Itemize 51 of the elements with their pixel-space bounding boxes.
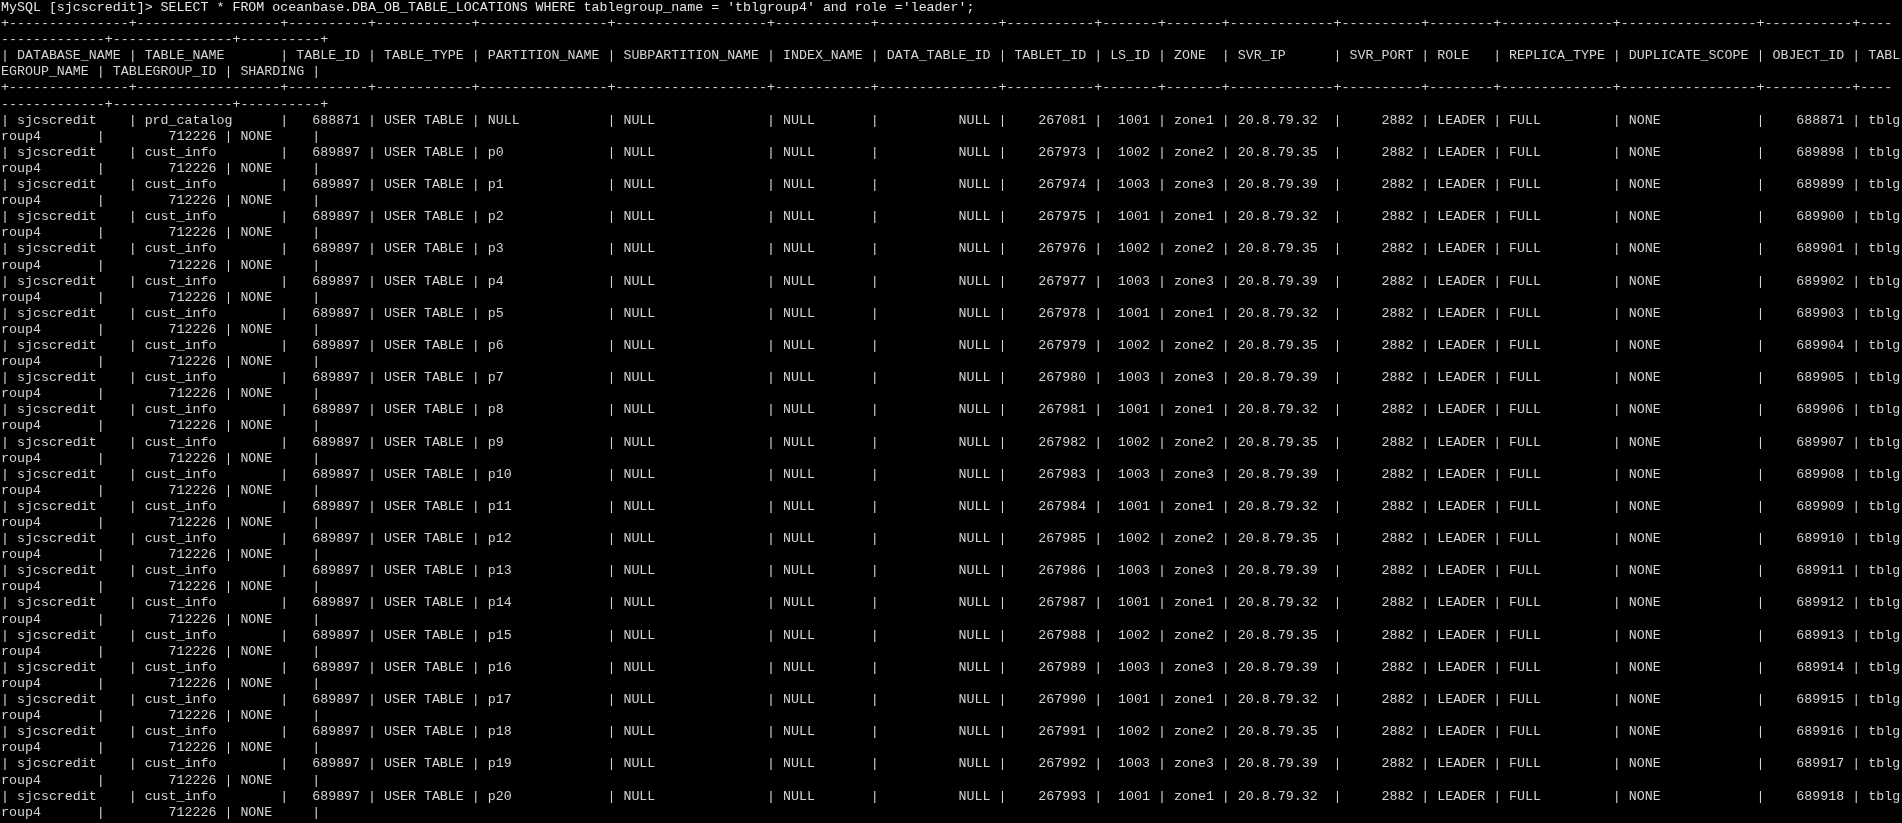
table-row-line: roup4 | 712226 | NONE |	[1, 675, 321, 691]
table-row-line: | sjcscredit | cust_info | 689897 | USER TABLE | p0 | NULL | NULL | NULL | 267973 | 1002 | zone2 | 20.8.79.35 | 2882 | LEADER | FULL | NONE | 689898 | tblg	[1, 144, 1901, 160]
table-row-line: roup4 | 712226 | NONE |	[1, 643, 321, 659]
table-header-line: EGROUP_NAME | TABLEGROUP_ID | SHARDING |	[1, 64, 321, 80]
table-row-line: roup4 | 712226 | NONE |	[1, 708, 321, 724]
table-row-line: | sjcscredit | cust_info | 689897 | USER TABLE | p6 | NULL | NULL | NULL | 267979 | 1002 | zone2 | 20.8.79.35 | 2882 | LEADER | FULL | NONE | 689904 | tblg	[1, 337, 1901, 353]
table-row-line: roup4 | 712226 | NONE |	[1, 418, 321, 434]
table-row-line: roup4 | 712226 | NONE |	[1, 740, 321, 756]
table-row-line: roup4 | 712226 | NONE |	[1, 354, 321, 370]
table-row-line: | sjcscredit | cust_info | 689897 | USER TABLE | p17 | NULL | NULL | NULL | 267990 | 1001 | zone1 | 20.8.79.32 | 2882 | LEADER | FULL | NONE | 689915 | tblg	[1, 692, 1901, 708]
table-row-line: roup4 | 712226 | NONE |	[1, 772, 321, 788]
table-row-line: | sjcscredit | cust_info | 689897 | USER TABLE | p2 | NULL | NULL | NULL | 267975 | 1001 | zone1 | 20.8.79.32 | 2882 | LEADER | FULL | NONE | 689900 | tblg	[1, 209, 1901, 225]
table-row-line: roup4 | 712226 | NONE |	[1, 515, 321, 530]
table-row-line: roup4 | 712226 | NONE |	[1, 547, 321, 563]
table-border-line: -------------+---------------+----------+	[1, 32, 329, 48]
table-row-line: | sjcscredit | cust_info | 689897 | USER TABLE | p1 | NULL | NULL | NULL | 267974 | 1003 | zone3 | 20.8.79.39 | 2882 | LEADER | FULL | NONE | 689899 | tblg	[1, 177, 1901, 193]
table-row-line: | sjcscredit | cust_info | 689897 | USER TABLE | p12 | NULL | NULL | NULL | 267985 | 1002 | zone2 | 20.8.79.35 | 2882 | LEADER | FULL | NONE | 689910 | tblg	[1, 531, 1901, 547]
table-row-line: roup4 | 712226 | NONE |	[1, 289, 321, 305]
table-row-line: roup4 | 712226 | NONE |	[1, 482, 321, 498]
table-row-line: roup4 | 712226 | NONE |	[1, 611, 321, 627]
table-row-line: | sjcscredit | cust_info | 689897 | USER TABLE | p3 | NULL | NULL | NULL | 267976 | 1002 | zone2 | 20.8.79.35 | 2882 | LEADER | FULL | NONE | 689901 | tblg	[1, 241, 1901, 257]
table-row-line: | sjcscredit | cust_info | 689897 | USER TABLE | p4 | NULL | NULL | NULL | 267977 | 1003 | zone3 | 20.8.79.39 | 2882 | LEADER | FULL | NONE | 689902 | tblg	[1, 273, 1901, 289]
table-row-line: roup4 | 712226 | NONE |	[1, 128, 321, 144]
table-row-line: | sjcscredit | cust_info | 689897 | USER TABLE | p5 | NULL | NULL | NULL | 267978 | 1001 | zone1 | 20.8.79.32 | 2882 | LEADER | FULL | NONE | 689903 | tblg	[1, 305, 1901, 321]
table-row-line: roup4 | 712226 | NONE |	[1, 804, 321, 820]
table-row-line: | sjcscredit | cust_info | 689897 | USER TABLE | p15 | NULL | NULL | NULL | 267988 | 1002 | zone2 | 20.8.79.35 | 2882 | LEADER | FULL | NONE | 689913 | tblg	[1, 627, 1901, 643]
table-row-line: | sjcscredit | cust_info | 689897 | USER TABLE | p14 | NULL | NULL | NULL | 267987 | 1001 | zone1 | 20.8.79.32 | 2882 | LEADER | FULL | NONE | 689912 | tblg	[1, 595, 1901, 611]
table-row-line: | sjcscredit | cust_info | 689897 | USER TABLE | p18 | NULL | NULL | NULL | 267991 | 1002 | zone2 | 20.8.79.35 | 2882 | LEADER | FULL | NONE | 689916 | tblg	[1, 724, 1901, 740]
table-border-line: -------------+---------------+----------+	[1, 96, 329, 112]
table-row-line: roup4 | 712226 | NONE |	[1, 193, 321, 209]
table-row-line: | sjcscredit | prd_catalog | 688871 | USER TABLE | NULL | NULL | NULL | NULL | 267081 | 1001 | zone1 | 20.8.79.32 | 2882 | LEADER | FULL | NONE | 688871 | tblg	[1, 112, 1901, 128]
table-row-line: | sjcscredit | cust_info | 689897 | USER TABLE | p8 | NULL | NULL | NULL | 267981 | 1001 | zone1 | 20.8.79.32 | 2882 | LEADER | FULL | NONE | 689906 | tblg	[1, 402, 1901, 418]
table-row-line: | sjcscredit | cust_info | 689897 | USER TABLE | p9 | NULL | NULL | NULL | 267982 | 1002 | zone2 | 20.8.79.35 | 2882 | LEADER | FULL | NONE | 689907 | tblg	[1, 434, 1901, 450]
table-row-line: roup4 | 712226 | NONE |	[1, 225, 321, 241]
table-row-line: roup4 | 712226 | NONE |	[1, 257, 321, 273]
table-row-line: | sjcscredit | cust_info | 689897 | USER TABLE | p13 | NULL | NULL | NULL | 267986 | 1003 | zone3 | 20.8.79.39 | 2882 | LEADER | FULL | NONE | 689911 | tblg	[1, 563, 1901, 579]
table-row-line: roup4 | 712226 | NONE |	[1, 579, 321, 595]
table-row-line: roup4 | 712226 | NONE |	[1, 386, 321, 402]
table-border-line: +---------------+------------------+----------+------------+----------------+-------------------+------------+---------------+-----------+-------+-------+-------------+----------+--------+--------------+-----------------+-----------+----	[1, 16, 1893, 32]
table-header-line: | DATABASE_NAME | TABLE_NAME | TABLE_ID | TABLE_TYPE | PARTITION_NAME | SUBPARTITION_NAME | INDEX_NAME | DATA_TABLE_ID | TABLET_ID | LS_ID | ZONE | SVR_IP | SVR_PORT | ROLE | REPLICA_TYPE | DUPLICATE_SCOPE | OBJECT_ID | TABL	[1, 48, 1901, 64]
command-line: MySQL [sjcscredit]> SELECT * FROM oceanbase.DBA_OB_TABLE_LOCATIONS WHERE tablegroup_name = 'tblgroup4' and role ='leader';	[1, 0, 975, 15]
table-row-line: | sjcscredit | cust_info | 689897 | USER TABLE | p11 | NULL | NULL | NULL | 267984 | 1001 | zone1 | 20.8.79.32 | 2882 | LEADER | FULL | NONE | 689909 | tblg	[1, 498, 1901, 514]
table-row-line: roup4 | 712226 | NONE |	[1, 321, 321, 337]
table-row-line: | sjcscredit | cust_info | 689897 | USER TABLE | p20 | NULL | NULL | NULL | 267993 | 1001 | zone1 | 20.8.79.32 | 2882 | LEADER | FULL | NONE | 689918 | tblg	[1, 788, 1901, 804]
table-border-line: +---------------+------------------+----------+------------+----------------+-------------------+------------+---------------+-----------+-------+-------+-------------+----------+--------+--------------+-----------------+-----------+----	[1, 80, 1893, 96]
table-row-line: roup4 | 712226 | NONE |	[1, 450, 321, 466]
table-row-line: | sjcscredit | cust_info | 689897 | USER TABLE | p10 | NULL | NULL | NULL | 267983 | 1003 | zone3 | 20.8.79.39 | 2882 | LEADER | FULL | NONE | 689908 | tblg	[1, 466, 1901, 482]
table-row-line: | sjcscredit | cust_info | 689897 | USER TABLE | p7 | NULL | NULL | NULL | 267980 | 1003 | zone3 | 20.8.79.39 | 2882 | LEADER | FULL | NONE | 689905 | tblg	[1, 370, 1901, 386]
table-row-line: | sjcscredit | cust_info | 689897 | USER TABLE | p16 | NULL | NULL | NULL | 267989 | 1003 | zone3 | 20.8.79.39 | 2882 | LEADER | FULL | NONE | 689914 | tblg	[1, 659, 1901, 675]
table-row-line: | sjcscredit | cust_info | 689897 | USER TABLE | p19 | NULL | NULL | NULL | 267992 | 1003 | zone3 | 20.8.79.39 | 2882 | LEADER | FULL | NONE | 689917 | tblg	[1, 756, 1901, 772]
table-row-line: roup4 | 712226 | NONE |	[1, 160, 321, 176]
